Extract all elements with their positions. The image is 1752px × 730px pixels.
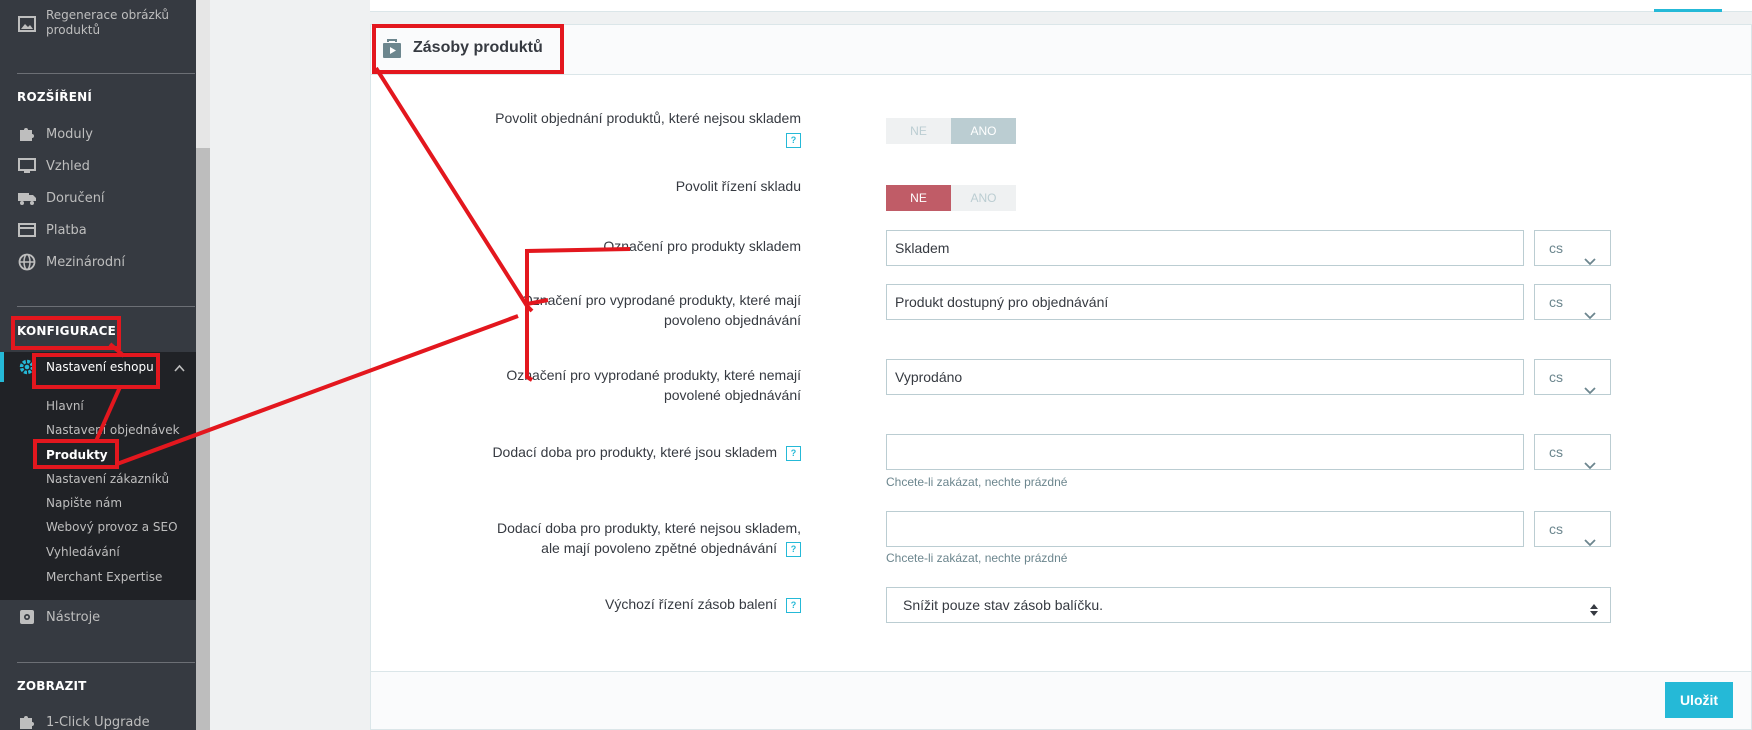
image-icon [17,14,37,34]
sidebar-subitem-general[interactable]: Hlavní [46,399,84,413]
sidebar-divider [17,73,195,74]
sidebar-item-label: Platba [46,222,87,238]
field-label-pack-stock: Výchozí řízení zásob balení? [371,595,801,615]
field-label-stock-management: Povolit řízení skladu [675,178,801,194]
sidebar-item-label: Regenerace obrázků produktů [46,8,169,37]
sidebar-subitem-contact[interactable]: Napište nám [46,496,122,510]
sidebar-subitem-merchant-expertise[interactable]: Merchant Expertise [46,570,162,584]
previous-panel-edge [370,0,1752,12]
field-label-delivery-in-stock: Dodací doba pro produkty, které jsou skl… [371,443,801,463]
sidebar-item-label: Mezinárodní [46,254,125,270]
field-label-delivery-oos: Dodací doba pro produkty, které nejsou s… [496,520,801,557]
sidebar-subitem-customer-settings[interactable]: Nastavení zákazníků [46,472,169,486]
sidebar-item-image-regeneration[interactable]: Regenerace obrázků produktů [0,6,196,40]
field-hint: Chcete-li zakázat, nechte prázdné [886,551,1068,565]
toggle-option-no[interactable]: NE [886,185,951,211]
sidebar-item-label: Nástroje [46,609,101,625]
field-label-oos-denied: Označení pro vyprodané produkty, které n… [506,367,801,403]
toggle-option-yes[interactable]: ANO [951,185,1016,211]
tools-icon [17,607,37,627]
sidebar-item-shop-settings[interactable]: Nastavení eshopu [0,352,196,382]
sidebar-subitem-traffic-seo[interactable]: Webový provoz a SEO [46,520,178,534]
chevron-down-icon [1584,244,1596,278]
sidebar-item-label: Vzhled [46,158,90,174]
panel-header: Zásoby produktů [371,25,1751,75]
pack-stock-select[interactable]: Snížit pouze stav zásob balíčku. [886,587,1611,623]
credit-card-icon [17,220,37,240]
sidebar-subitem-products[interactable]: Produkty [46,448,108,462]
sidebar-subitem-order-settings[interactable]: Nastavení objednávek [46,423,180,437]
panel-title: Zásoby produktů [413,39,543,56]
toggle-option-yes[interactable]: ANO [951,118,1016,144]
sidebar-item-label: Doručení [46,190,105,206]
language-select[interactable]: cs [1534,284,1611,320]
sidebar-subitem-search[interactable]: Vyhledávání [46,545,120,559]
gear-icon [17,357,37,377]
field-label-allow-oos: Povolit objednání produktů, které nejsou… [371,109,801,149]
field-label-oos-allowed: Označení pro vyprodané produkty, které m… [521,292,801,328]
sidebar-item-label: 1-Click Upgrade [46,714,150,730]
sort-arrows-icon [1590,596,1598,630]
chevron-up-icon[interactable] [174,361,185,376]
sidebar-divider [17,306,195,307]
help-icon[interactable]: ? [786,597,801,613]
sidebar-item-1-click-upgrade[interactable]: 1-Click Upgrade [0,707,196,730]
sidebar-item-modules[interactable]: Moduly [0,119,196,149]
language-select[interactable]: cs [1534,511,1611,547]
chevron-down-icon [1584,448,1596,482]
panel-footer: Uložit [371,671,1751,729]
sidebar-divider [17,662,195,663]
save-button[interactable]: Uložit [1665,682,1733,718]
sidebar: Regenerace obrázků produktů ROZŠÍŘENÍ Mo… [0,0,210,730]
language-select[interactable]: cs [1534,434,1611,470]
sidebar-scroll-thumb[interactable] [196,148,210,730]
sidebar-item-international[interactable]: Mezinárodní [0,247,196,277]
delivery-oos-input[interactable] [886,511,1524,547]
help-icon[interactable]: ? [786,445,801,461]
help-icon[interactable]: ? [786,541,801,557]
label-oos-allowed-input[interactable]: Produkt dostupný pro objednávání [886,284,1524,320]
toggle-option-no[interactable]: NE [886,118,951,144]
sidebar-section-extensions: ROZŠÍŘENÍ [17,90,92,104]
field-hint: Chcete-li zakázat, nechte prázdné [886,475,1068,489]
sidebar-item-shipping[interactable]: Doručení [0,183,196,213]
box-icon [381,38,403,64]
chevron-down-icon [1584,525,1596,559]
chevron-down-icon [1584,298,1596,332]
sidebar-section-display: ZOBRAZIT [17,679,87,693]
delivery-in-stock-input[interactable] [886,434,1524,470]
chevron-down-icon [1584,373,1596,407]
stock-management-toggle[interactable]: NE ANO [886,185,1016,211]
language-select[interactable]: cs [1534,359,1611,395]
sidebar-item-payment[interactable]: Platba [0,215,196,245]
truck-icon [17,188,37,208]
label-oos-denied-input[interactable]: Vyprodáno [886,359,1524,395]
puzzle-icon [17,124,37,144]
sidebar-section-configuration: KONFIGURACE [17,324,116,338]
allow-oos-toggle[interactable]: NE ANO [886,118,1016,144]
field-label-in-stock: Označení pro produkty skladem [603,238,801,254]
sidebar-item-label: Nastavení eshopu [46,360,154,374]
help-icon[interactable]: ? [786,132,801,148]
previous-save-button-edge[interactable] [1654,9,1722,12]
stock-settings-panel: Zásoby produktů Povolit objednání produk… [370,24,1752,730]
globe-icon [17,252,37,272]
puzzle-icon [17,712,37,730]
label-in-stock-input[interactable]: Skladem [886,230,1524,266]
monitor-icon [17,156,37,176]
sidebar-item-design[interactable]: Vzhled [0,151,196,181]
sidebar-item-tools[interactable]: Nástroje [0,602,196,632]
sidebar-item-label: Moduly [46,126,93,142]
language-select[interactable]: cs [1534,230,1611,266]
